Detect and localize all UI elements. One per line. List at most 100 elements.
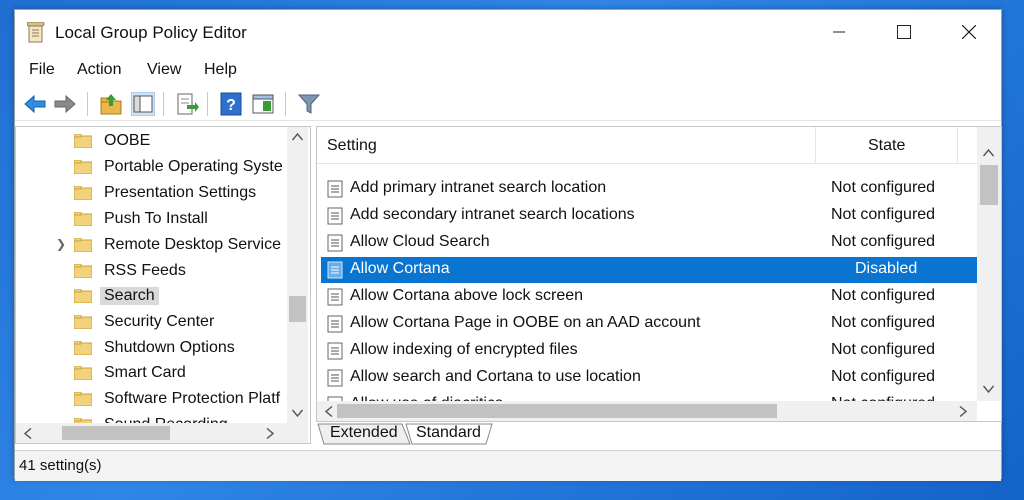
tree-item-label: RSS Feeds xyxy=(104,262,186,279)
status-bar: 41 setting(s) xyxy=(15,450,1001,481)
policy-tree-pane[interactable]: OOBE Portable Operating Syste Presentati… xyxy=(15,126,311,444)
up-folder-icon[interactable] xyxy=(99,92,123,116)
policy-name: Allow indexing of encrypted files xyxy=(350,341,578,358)
scroll-up-icon[interactable] xyxy=(983,149,994,157)
policy-row[interactable]: Allow Cortana above lock screen Not conf… xyxy=(321,284,977,310)
tree-item[interactable]: Software Protection Platf xyxy=(74,387,280,411)
scroll-down-icon[interactable] xyxy=(292,409,303,417)
show-hide-tree-icon[interactable] xyxy=(131,92,155,116)
toolbar-separator xyxy=(207,92,208,116)
scroll-right-icon[interactable] xyxy=(959,406,967,417)
column-header-state[interactable]: State xyxy=(868,137,905,155)
tree-vertical-scrollbar[interactable] xyxy=(287,127,308,423)
tree-horizontal-scrollbar[interactable] xyxy=(16,423,308,443)
tree-item[interactable]: Presentation Settings xyxy=(74,181,256,205)
policy-state: Not configured xyxy=(831,233,936,250)
policy-name: Allow Cloud Search xyxy=(350,233,490,250)
toolbar-separator xyxy=(285,92,286,116)
tab-standard[interactable]: Standard xyxy=(408,422,489,444)
tree-item-label: Portable Operating Syste xyxy=(104,158,283,175)
policy-row[interactable]: Allow Cortana Page in OOBE on an AAD acc… xyxy=(321,311,977,337)
maximize-button[interactable] xyxy=(881,10,927,54)
policy-row[interactable]: Allow search and Cortana to use location… xyxy=(321,365,977,391)
tree-item[interactable]: RSS Feeds xyxy=(74,259,186,283)
column-header-setting[interactable]: Setting xyxy=(327,137,377,155)
tree-item[interactable]: Security Center xyxy=(74,310,214,334)
folder-icon xyxy=(74,264,92,278)
back-arrow-icon[interactable] xyxy=(23,92,47,116)
policy-name: Allow Cortana xyxy=(350,260,450,277)
tree-item[interactable]: Remote Desktop Service xyxy=(74,233,281,257)
view-tabs: Extended Standard xyxy=(316,422,1002,446)
policy-row[interactable]: Allow Cloud Search Not configured xyxy=(321,230,977,256)
policy-row[interactable]: Add secondary intranet search locations … xyxy=(321,203,977,229)
menu-bar: File Action View Help xyxy=(15,58,1001,84)
policy-state: Not configured xyxy=(831,206,936,223)
column-divider[interactable] xyxy=(957,127,958,163)
policy-setting-icon xyxy=(327,180,343,198)
tree-item[interactable]: Portable Operating Syste xyxy=(74,155,283,179)
tree-item[interactable]: Push To Install xyxy=(74,207,208,231)
folder-icon xyxy=(74,160,92,174)
scroll-left-icon[interactable] xyxy=(24,428,32,439)
folder-icon xyxy=(74,392,92,406)
menu-file[interactable]: File xyxy=(29,61,55,79)
toolbar: ? xyxy=(15,88,1001,121)
tree-item-label: Smart Card xyxy=(104,364,186,381)
scroll-left-icon[interactable] xyxy=(325,406,333,417)
forward-arrow-icon[interactable] xyxy=(53,92,77,116)
tree-item-label: Shutdown Options xyxy=(104,339,235,356)
export-list-icon[interactable] xyxy=(175,92,199,116)
policy-name: Add secondary intranet search locations xyxy=(350,206,635,223)
policy-name: Allow search and Cortana to use location xyxy=(350,368,641,385)
tree-item-label: OOBE xyxy=(104,132,151,149)
policy-setting-icon xyxy=(327,342,343,360)
policy-editor-app-icon xyxy=(27,22,45,43)
expand-chevron-icon[interactable]: ❯ xyxy=(56,237,66,251)
folder-icon xyxy=(74,212,92,226)
policy-state: Not configured xyxy=(831,287,936,304)
policy-setting-icon xyxy=(327,207,343,225)
policy-state: Not configured xyxy=(831,368,936,385)
close-button[interactable] xyxy=(946,10,992,54)
tree-item[interactable]: Smart Card xyxy=(74,361,186,385)
filter-icon[interactable] xyxy=(297,92,321,116)
policy-setting-icon xyxy=(327,261,343,279)
tree-item-label: Push To Install xyxy=(104,210,208,227)
scroll-right-icon[interactable] xyxy=(266,428,274,439)
tree-item-selected[interactable]: Search xyxy=(74,284,159,308)
tree-item-label: Software Protection Platf xyxy=(104,390,281,407)
tree-item[interactable]: Shutdown Options xyxy=(74,336,235,360)
menu-action[interactable]: Action xyxy=(77,61,121,79)
policy-name: Allow Cortana above lock screen xyxy=(350,287,584,304)
close-icon xyxy=(962,25,976,39)
column-divider[interactable] xyxy=(815,127,816,163)
list-scroll-thumb[interactable] xyxy=(980,165,998,205)
tab-extended[interactable]: Extended xyxy=(322,422,406,444)
title-bar[interactable]: Local Group Policy Editor xyxy=(15,10,1001,56)
policy-setting-icon xyxy=(327,234,343,252)
policy-row[interactable]: Allow indexing of encrypted files Not co… xyxy=(321,338,977,364)
tree-hscroll-thumb[interactable] xyxy=(62,426,170,440)
minimize-button[interactable] xyxy=(816,10,862,54)
list-horizontal-scrollbar[interactable] xyxy=(317,401,977,421)
help-icon[interactable]: ? xyxy=(219,92,243,116)
policy-row[interactable]: Add primary intranet search location Not… xyxy=(321,176,977,202)
list-vertical-scrollbar[interactable] xyxy=(977,127,1001,401)
tree-scroll-thumb[interactable] xyxy=(289,296,306,322)
policy-setting-icon xyxy=(327,288,343,306)
list-hscroll-thumb[interactable] xyxy=(337,404,777,418)
menu-view[interactable]: View xyxy=(147,61,181,79)
policy-setting-icon xyxy=(327,315,343,333)
tree-item-label: Search xyxy=(100,287,159,305)
menu-help[interactable]: Help xyxy=(204,61,237,79)
scroll-up-icon[interactable] xyxy=(292,133,303,141)
policy-state: Not configured xyxy=(831,314,936,331)
extended-view-icon[interactable] xyxy=(251,92,275,116)
tree-item[interactable]: OOBE xyxy=(74,129,150,153)
scroll-down-icon[interactable] xyxy=(983,385,994,393)
tree-item-label: Presentation Settings xyxy=(104,184,257,201)
settings-list-pane[interactable]: Setting State Add primary intranet searc… xyxy=(316,126,1002,422)
window-title: Local Group Policy Editor xyxy=(55,23,247,42)
policy-row-selected[interactable]: Allow Cortana Disabled xyxy=(321,257,977,283)
